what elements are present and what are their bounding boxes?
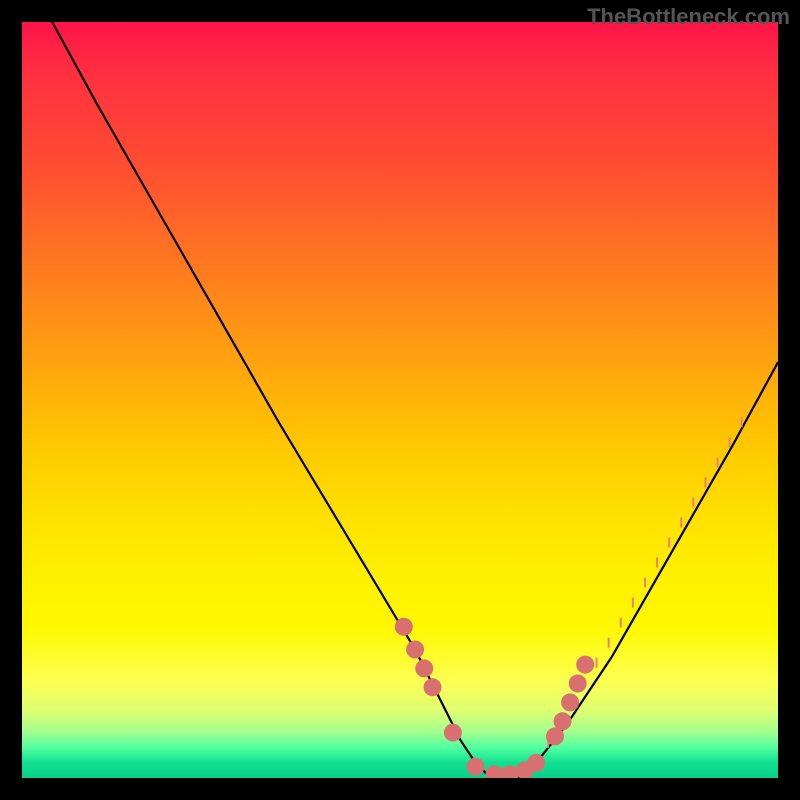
marker-dot <box>467 758 485 776</box>
chart-gradient-area <box>22 22 778 778</box>
marker-dot <box>415 659 433 677</box>
watermark-text: TheBottleneck.com <box>587 4 790 30</box>
marker-dot <box>527 754 545 772</box>
bottleneck-curve-line <box>52 22 778 778</box>
marker-dot <box>569 675 587 693</box>
marker-dot <box>576 656 594 674</box>
marker-dots <box>395 618 594 778</box>
marker-dot <box>395 618 413 636</box>
chart-svg <box>22 22 778 778</box>
marker-dot <box>561 693 579 711</box>
marker-dot <box>406 641 424 659</box>
marker-dot <box>444 724 462 742</box>
marker-dot <box>424 678 442 696</box>
marker-dot <box>554 712 572 730</box>
